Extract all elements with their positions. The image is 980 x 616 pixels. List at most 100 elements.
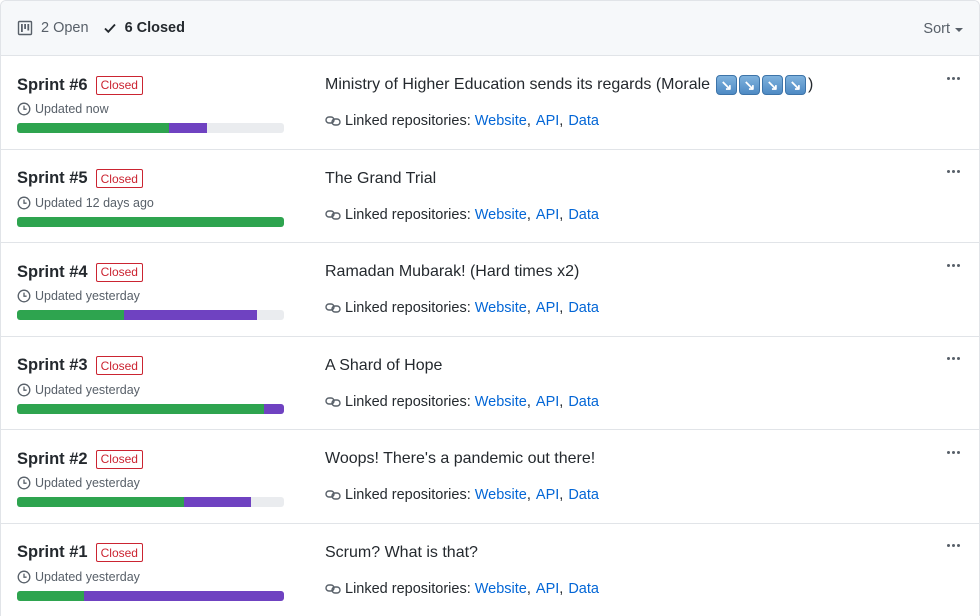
milestone-details: The Grand Trial Linked repositories: Web…: [325, 168, 919, 223]
description-text: The Grand Trial: [325, 169, 437, 187]
kebab-dot-icon: [951, 450, 955, 454]
milestone-summary: Sprint #1 Closed Updated yesterday: [17, 542, 287, 601]
more-options-button[interactable]: [943, 164, 963, 180]
repo-link-website[interactable]: Website: [475, 300, 527, 316]
kebab-dot-icon: [956, 263, 960, 267]
milestone-title[interactable]: Sprint #5: [17, 169, 88, 188]
more-options-button[interactable]: [943, 538, 963, 554]
separator: ,: [526, 300, 531, 316]
arrow-down-right-emoji-icon: ↘: [739, 75, 761, 95]
open-label: Open: [53, 20, 89, 36]
morale-emojis: ↘ ↘ ↘ ↘: [716, 75, 808, 95]
closed-badge: Closed: [95, 449, 143, 469]
milestone-title[interactable]: Sprint #1: [17, 543, 88, 562]
milestones-board: 2 Open 6 Closed Sort Sprint #6 Closed Up…: [0, 0, 980, 616]
repo-link-data[interactable]: Data: [568, 113, 599, 129]
repos-label: Linked repositories:: [345, 113, 471, 129]
milestone-details: A Shard of Hope Linked repositories: Web…: [325, 355, 919, 410]
more-options-button[interactable]: [943, 70, 963, 86]
description-text: Woops! There's a pandemic out there!: [325, 450, 596, 467]
project-icon: [17, 20, 33, 36]
open-count: 2: [41, 20, 50, 36]
repo-links: Website, API, Data: [475, 394, 599, 410]
arrow-down-right-emoji-icon: ↘: [716, 75, 738, 95]
repo-link-data[interactable]: Data: [568, 581, 599, 597]
linked-repositories: Linked repositories: Website, API, Data: [325, 581, 919, 597]
repo-link-website[interactable]: Website: [475, 581, 527, 597]
repo-link-data[interactable]: Data: [568, 487, 599, 503]
updated-info: Updated yesterday: [17, 569, 287, 585]
milestone-list: Sprint #6 Closed Updated now Ministry of…: [1, 56, 979, 616]
repo-link-data[interactable]: Data: [568, 207, 599, 223]
kebab-dot-icon: [951, 76, 955, 80]
description-text: Scrum? What is that?: [325, 543, 478, 561]
repos-label: Linked repositories:: [345, 300, 471, 316]
separator: ,: [526, 206, 531, 223]
progress-done-segment: [17, 216, 284, 227]
repo-link-api[interactable]: API: [536, 207, 559, 223]
kebab-dot-icon: [946, 76, 950, 80]
sort-dropdown[interactable]: Sort: [923, 1, 963, 56]
repo-link-api[interactable]: API: [536, 487, 559, 503]
repo-link-website[interactable]: Website: [475, 487, 527, 503]
milestone-summary: Sprint #5 Closed Updated 12 days ago: [17, 168, 287, 227]
milestone-description: A Shard of Hope: [325, 355, 919, 377]
clock-icon: [17, 196, 31, 209]
repo-links: Website, API, Data: [475, 487, 599, 503]
milestone-title[interactable]: Sprint #3: [17, 356, 88, 375]
milestone-description: Scrum? What is that?: [325, 542, 919, 564]
repo-link-website[interactable]: Website: [475, 207, 527, 223]
arrow-down-right-emoji-icon: ↘: [785, 75, 807, 95]
milestone-title[interactable]: Sprint #4: [17, 263, 88, 282]
repo-link-data[interactable]: Data: [568, 300, 599, 316]
clock-icon: [17, 476, 31, 490]
closed-filter-link[interactable]: 6 Closed: [103, 20, 185, 36]
progress-done-segment: [17, 403, 264, 414]
progress-bar: [17, 590, 284, 601]
updated-text: Updated yesterday: [35, 569, 140, 584]
milestone-summary: Sprint #4 Closed Updated yesterday: [17, 261, 287, 320]
more-options-button[interactable]: [943, 444, 963, 460]
updated-text: Updated now: [35, 102, 109, 116]
milestone-row: Sprint #2 Closed Updated yesterday Woops…: [1, 430, 979, 524]
linked-repositories: Linked repositories: Website, API, Data: [325, 487, 919, 503]
updated-text: Updated yesterday: [35, 382, 140, 397]
repo-link-website[interactable]: Website: [475, 394, 527, 410]
more-options-button[interactable]: [943, 351, 963, 367]
separator: ,: [559, 113, 564, 129]
description-text: Ministry of Higher Education sends its r…: [325, 76, 711, 93]
repo-link-api[interactable]: API: [536, 113, 559, 129]
repo-link-website[interactable]: Website: [475, 113, 527, 129]
progress-in-progress-segment: [83, 590, 284, 601]
link-icon: [325, 583, 341, 594]
separator: ,: [526, 487, 531, 503]
open-filter-link[interactable]: 2 Open: [17, 20, 89, 36]
separator: ,: [559, 487, 564, 503]
more-options-button[interactable]: [943, 257, 963, 273]
milestone-title[interactable]: Sprint #2: [17, 450, 88, 469]
kebab-dot-icon: [956, 76, 960, 80]
clock-icon: [17, 383, 31, 396]
separator: ,: [559, 393, 564, 410]
milestone-description: The Grand Trial: [325, 168, 919, 190]
clock-icon: [17, 102, 31, 116]
sort-label: Sort: [923, 20, 950, 37]
progress-bar: [17, 123, 284, 133]
milestone-details: Ramadan Mubarak! (Hard times x2) Linked …: [325, 261, 919, 316]
repo-link-data[interactable]: Data: [568, 394, 599, 410]
progress-in-progress-segment: [169, 123, 207, 133]
milestone-title[interactable]: Sprint #6: [17, 76, 88, 95]
description-text: A Shard of Hope: [325, 356, 443, 374]
progress-bar: [17, 497, 284, 507]
separator: ,: [526, 393, 531, 410]
repos-label: Linked repositories:: [345, 580, 471, 597]
linked-repositories: Linked repositories: Website, API, Data: [325, 300, 919, 316]
link-icon: [325, 303, 341, 313]
repo-link-api[interactable]: API: [536, 394, 559, 410]
link-icon: [325, 490, 341, 500]
repo-link-api[interactable]: API: [536, 300, 559, 316]
kebab-dot-icon: [956, 170, 960, 173]
updated-text: Updated 12 days ago: [35, 195, 154, 210]
repo-link-api[interactable]: API: [536, 581, 559, 597]
kebab-dot-icon: [946, 357, 950, 360]
